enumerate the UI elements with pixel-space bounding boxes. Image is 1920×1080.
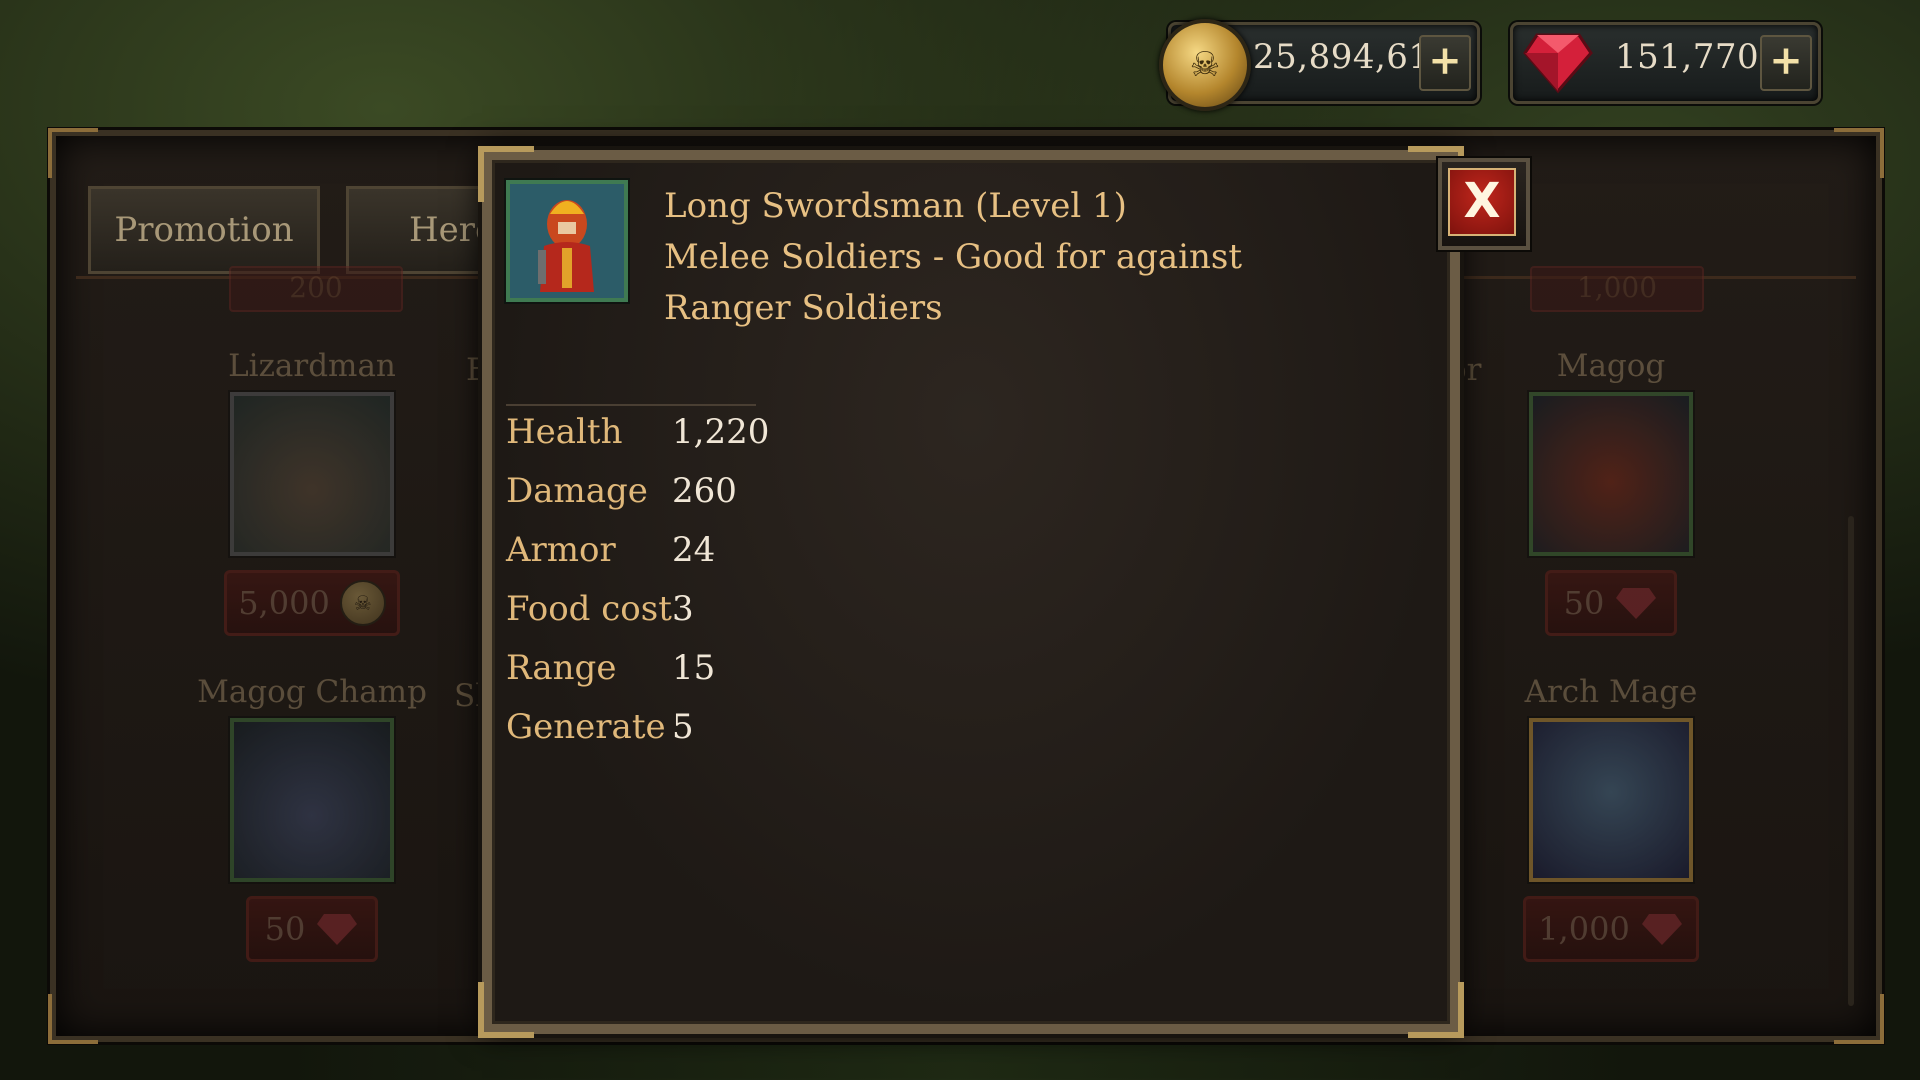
frame-corner	[1834, 994, 1884, 1044]
unit-price-button[interactable]: 50	[1545, 570, 1677, 636]
unit-name: Magog	[1556, 348, 1666, 384]
unit-card-magog[interactable]: Magog 50	[1491, 348, 1731, 636]
stat-value: 1,220	[672, 412, 770, 452]
stat-label: Armor	[506, 530, 616, 570]
gem-icon	[1616, 588, 1657, 619]
lizardman-portrait	[230, 392, 394, 556]
buy-gold-button[interactable]: +	[1419, 35, 1471, 91]
unit-description-line-2: Ranger Soldiers	[664, 288, 943, 328]
scrollbar[interactable]	[1848, 516, 1854, 1006]
gem-icon	[317, 914, 358, 945]
stat-label: Food cost	[506, 589, 672, 629]
stat-value: 5	[672, 707, 694, 747]
stat-label: Range	[506, 648, 617, 688]
buy-gems-button[interactable]: +	[1760, 35, 1812, 91]
dialog-corner	[478, 982, 534, 1038]
arch-mage-portrait	[1529, 718, 1693, 882]
close-icon[interactable]: X	[1448, 168, 1516, 236]
unit-card-magog-champ[interactable]: Magog Champ 50	[192, 674, 432, 962]
red-gem-icon	[1523, 33, 1593, 94]
long-swordsman-avatar	[506, 180, 628, 302]
frame-corner	[48, 994, 98, 1044]
price-value: 50	[264, 910, 306, 948]
gem-icon	[1641, 914, 1682, 945]
price-value: 5,000	[238, 584, 330, 622]
stat-label: Damage	[506, 471, 648, 511]
unit-description-line-1: Melee Soldiers - Good for against	[664, 237, 1243, 277]
unit-card-lizardman[interactable]: Lizardman 5,000 ☠	[192, 348, 432, 636]
gem-currency-display: 151,770 +	[1510, 22, 1821, 104]
unit-price-button[interactable]: 50	[246, 896, 378, 962]
skull-coin-icon: ☠	[1159, 19, 1251, 111]
partial-price-tag: 200	[229, 266, 403, 312]
tab-promotion[interactable]: Promotion	[88, 186, 320, 274]
stat-label: Health	[506, 412, 623, 452]
gem-amount: 151,770	[1615, 37, 1760, 77]
coin-icon: ☠	[339, 580, 386, 626]
price-value: 50	[1563, 584, 1605, 622]
unit-name: Lizardman	[228, 348, 396, 384]
price-value: 1,000	[1538, 910, 1630, 948]
unit-name: Magog Champ	[197, 674, 427, 710]
unit-card-arch-mage[interactable]: Arch Mage 1,000	[1491, 674, 1731, 962]
gold-currency-display: ☠ 25,894,613 +	[1159, 19, 1480, 111]
magog-portrait	[1529, 392, 1693, 556]
unit-price-button[interactable]: 1,000	[1523, 896, 1699, 962]
unit-title: Long Swordsman (Level 1)	[664, 186, 1127, 226]
stat-value: 24	[672, 530, 716, 570]
close-dialog-button[interactable]: X	[1438, 158, 1530, 250]
stat-label: Generate	[506, 707, 666, 747]
dialog-corner	[1408, 982, 1464, 1038]
stats-divider	[506, 404, 756, 406]
frame-corner	[48, 128, 98, 178]
stat-value: 15	[672, 648, 716, 688]
stat-value: 3	[672, 589, 694, 629]
stat-value: 260	[672, 471, 737, 511]
partial-price-tag: 1,000	[1530, 266, 1704, 312]
unit-name: Arch Mage	[1524, 674, 1698, 710]
unit-info-dialog: Long Swordsman (Level 1) Melee Soldiers …	[478, 146, 1464, 1038]
unit-price-button[interactable]: 5,000 ☠	[224, 570, 400, 636]
frame-corner	[1834, 128, 1884, 178]
magog-champ-portrait	[230, 718, 394, 882]
swordsman-icon	[510, 184, 624, 298]
